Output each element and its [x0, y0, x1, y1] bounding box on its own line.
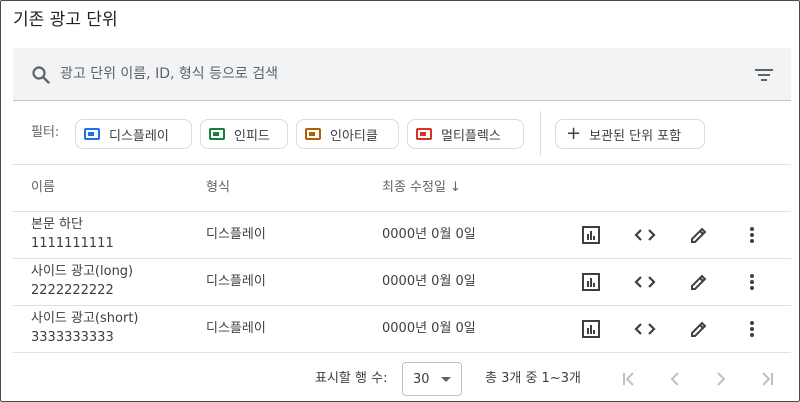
- table-row: 본문 하단 1111111111 디스플레이 0000년 0월 0일: [13, 212, 791, 259]
- more-vert-icon[interactable]: [741, 318, 763, 340]
- column-header-format[interactable]: 형식: [206, 179, 230, 197]
- more-vert-icon[interactable]: [741, 224, 763, 246]
- ad-unit-id: 1111111111: [31, 236, 114, 251]
- page-title: 기존 광고 단위: [13, 10, 118, 30]
- search-bar[interactable]: 광고 단위 이름, ID, 형식 등으로 검색: [13, 48, 791, 101]
- chip-multiplex[interactable]: 멀티플렉스: [407, 119, 524, 149]
- filter-chip-row: 필터: 디스플레이 인피드 인아티클 멀티플렉스 + 보관된 단위 포함: [1, 111, 800, 163]
- chip-in-article[interactable]: 인아티클: [296, 119, 399, 149]
- code-icon[interactable]: [634, 224, 656, 246]
- divider: [13, 164, 791, 165]
- column-header-modified-label: 최종 수정일: [382, 180, 446, 195]
- ad-unit-modified: 0000년 0월 0일: [382, 274, 476, 289]
- divider: [13, 352, 791, 353]
- more-vert-icon[interactable]: [741, 271, 763, 293]
- rows-per-page-value: 30: [413, 372, 430, 387]
- plus-icon: +: [566, 123, 582, 144]
- code-icon[interactable]: [634, 318, 656, 340]
- multiplex-format-icon: [416, 128, 432, 140]
- next-page-icon[interactable]: [708, 366, 734, 392]
- bar-chart-icon[interactable]: [580, 224, 602, 246]
- edit-pencil-icon[interactable]: [688, 271, 710, 293]
- edit-pencil-icon[interactable]: [688, 224, 710, 246]
- ad-unit-name: 본문 하단: [31, 217, 83, 232]
- chip-label: 인피드: [234, 128, 270, 144]
- table-row: 사이드 광고(long) 2222222222 디스플레이 0000년 0월 0…: [13, 259, 791, 306]
- chip-infeed[interactable]: 인피드: [200, 119, 288, 149]
- ad-units-panel: 기존 광고 단위 광고 단위 이름, ID, 형식 등으로 검색 필터: 디스플…: [0, 0, 800, 402]
- ad-unit-format: 디스플레이: [206, 321, 266, 336]
- ad-unit-id: 3333333333: [31, 330, 114, 345]
- column-header-name[interactable]: 이름: [31, 179, 55, 197]
- chip-display[interactable]: 디스플레이: [75, 119, 192, 149]
- ad-unit-id: 2222222222: [31, 283, 114, 298]
- infeed-format-icon: [209, 128, 225, 140]
- column-header-modified[interactable]: 최종 수정일 ↓: [382, 179, 461, 197]
- rows-per-page-label: 표시할 행 수:: [315, 371, 388, 386]
- rows-per-page-select[interactable]: 30: [402, 362, 462, 396]
- prev-page-icon[interactable]: [662, 366, 688, 392]
- search-icon: [31, 65, 51, 85]
- page-range-text: 총 3개 중 1~3개: [485, 371, 581, 386]
- ad-unit-name: 사이드 광고(long): [31, 264, 134, 279]
- first-page-icon[interactable]: [616, 366, 642, 392]
- ad-unit-format: 디스플레이: [206, 227, 266, 242]
- arrow-down-icon: ↓: [449, 180, 461, 195]
- caret-down-icon: [441, 377, 451, 382]
- search-input[interactable]: 광고 단위 이름, ID, 형식 등으로 검색: [60, 64, 278, 84]
- code-icon[interactable]: [634, 271, 656, 293]
- bar-chart-icon[interactable]: [580, 318, 602, 340]
- chip-label: 인아티클: [330, 128, 378, 144]
- pagination-bar: 표시할 행 수: 30 총 3개 중 1~3개: [1, 356, 800, 402]
- ad-unit-name: 사이드 광고(short): [31, 311, 139, 326]
- chip-label: 멀티플렉스: [441, 128, 501, 144]
- display-format-icon: [84, 128, 100, 140]
- ad-unit-modified: 0000년 0월 0일: [382, 321, 476, 336]
- ad-unit-modified: 0000년 0월 0일: [382, 227, 476, 242]
- include-archived-chip[interactable]: + 보관된 단위 포함: [555, 119, 705, 149]
- filter-list-icon[interactable]: [753, 64, 775, 86]
- ad-unit-format: 디스플레이: [206, 274, 266, 289]
- chip-label: 디스플레이: [109, 128, 169, 144]
- table-row: 사이드 광고(short) 3333333333 디스플레이 0000년 0월 …: [13, 306, 791, 353]
- chip-label: 보관된 단위 포함: [589, 128, 682, 144]
- in-article-format-icon: [305, 128, 321, 140]
- edit-pencil-icon[interactable]: [688, 318, 710, 340]
- last-page-icon[interactable]: [754, 366, 780, 392]
- filter-divider: [540, 111, 541, 155]
- filter-label: 필터:: [31, 125, 60, 140]
- bar-chart-icon[interactable]: [580, 271, 602, 293]
